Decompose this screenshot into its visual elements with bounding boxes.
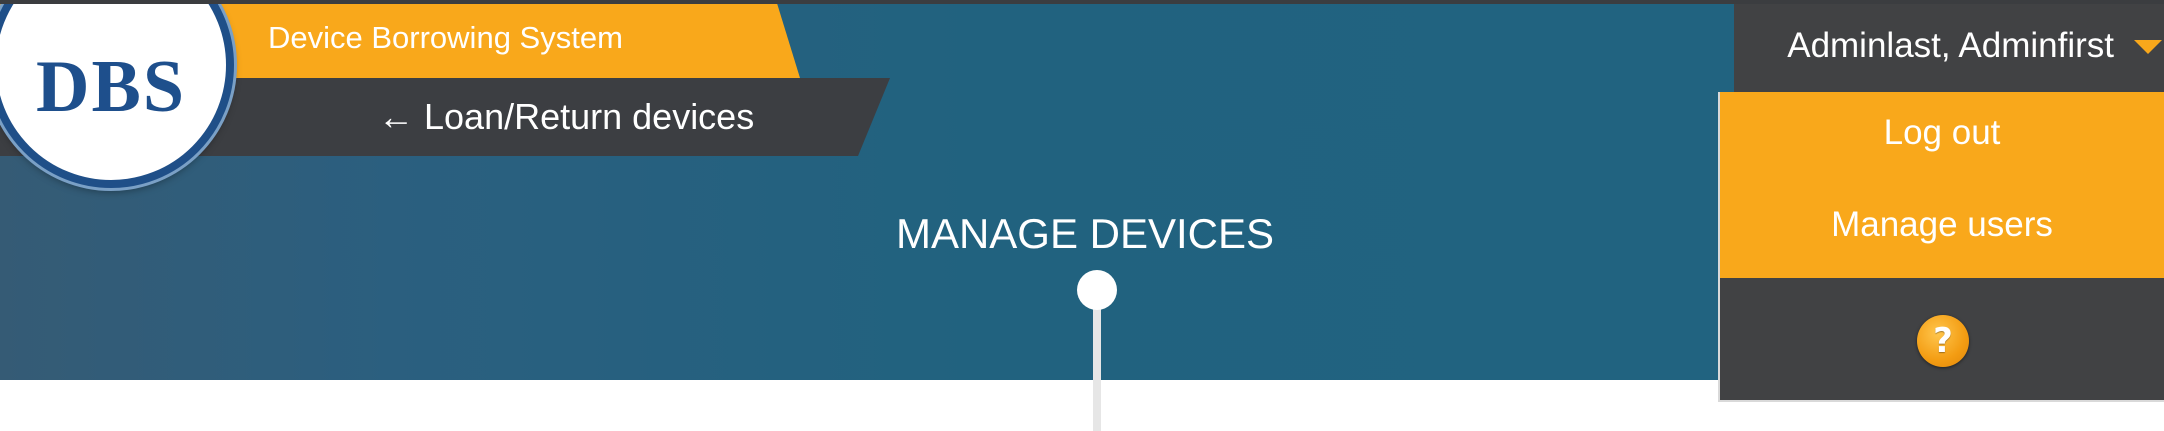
app-page: DBS Device Borrowing System ← Loan/Retur… — [0, 0, 2164, 431]
help-button[interactable]: ? — [1917, 315, 1969, 367]
caret-down-icon — [2134, 40, 2162, 54]
timeline-dot — [1077, 270, 1117, 310]
user-name: Adminlast, Adminfirst — [1787, 26, 2114, 65]
system-title: Device Borrowing System — [268, 20, 623, 55]
manage-users-menu-item[interactable]: Manage users — [1720, 190, 2164, 260]
question-mark-icon: ? — [1933, 321, 1953, 361]
logo-text: DBS — [36, 46, 186, 128]
user-menu-toggle[interactable]: Adminlast, Adminfirst — [1734, 0, 2164, 92]
logout-menu-item[interactable]: Log out — [1720, 98, 2164, 168]
timeline-line — [1093, 300, 1101, 431]
top-border — [0, 0, 2164, 4]
back-to-loan-return-link[interactable]: ← Loan/Return devices — [378, 96, 754, 138]
